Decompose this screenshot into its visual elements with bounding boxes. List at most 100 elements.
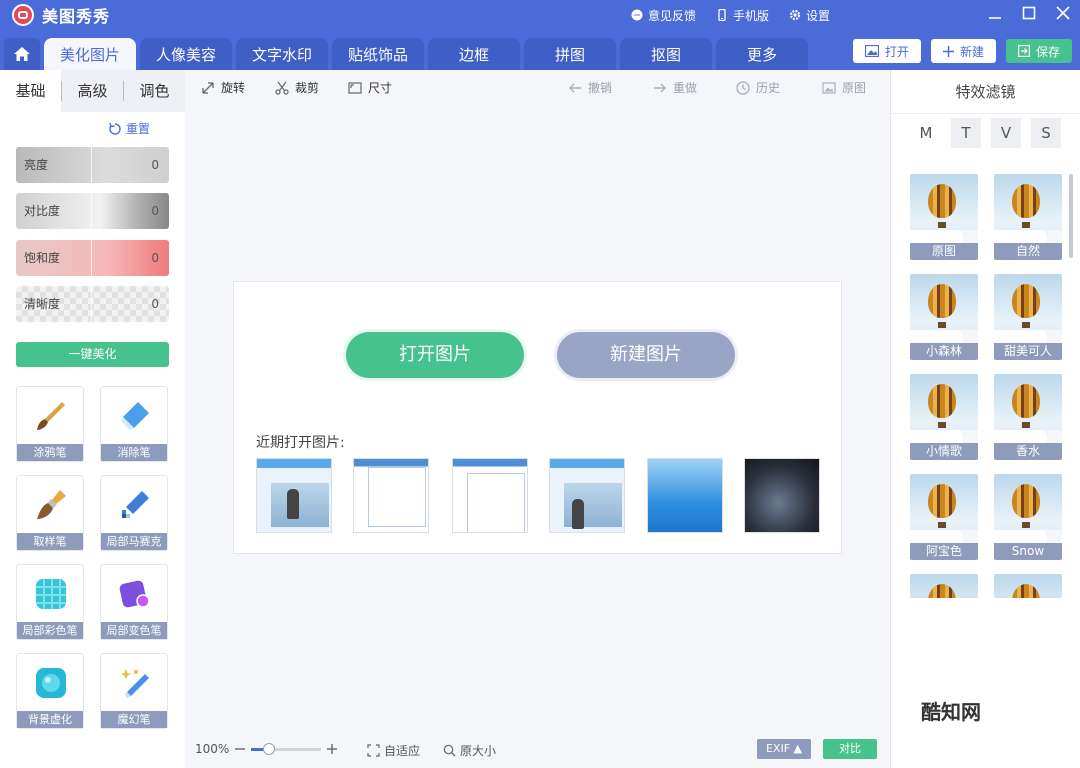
home-tab[interactable]: [4, 38, 40, 70]
recent-image-thumbnail[interactable]: [353, 458, 429, 533]
site-watermark: 酷知网: [921, 700, 981, 724]
recent-image-thumbnail[interactable]: [744, 458, 820, 533]
tool-doodle-pen[interactable]: 涂鸦笔: [16, 386, 84, 462]
mobile-version-button[interactable]: 手机版: [716, 7, 769, 24]
size-button[interactable]: 尺寸: [348, 79, 392, 96]
edit-toolbar: 旋转 裁剪 尺寸 撤销 重做 历史 原图: [185, 70, 890, 106]
original-button[interactable]: 原图: [822, 79, 866, 96]
tool-local-color-pen[interactable]: 局部彩色笔: [16, 564, 84, 640]
tool-sample-pen[interactable]: 取样笔: [16, 475, 84, 551]
fit-label: 自适应: [384, 744, 421, 758]
reset-icon: [109, 122, 121, 135]
recent-image-thumbnail[interactable]: [452, 458, 528, 533]
tool-local-mosaic[interactable]: 局部马赛克: [100, 475, 168, 551]
new-button[interactable]: 新建: [930, 39, 996, 63]
slider-value: 0: [151, 297, 159, 311]
slider-value: 0: [151, 251, 159, 265]
open-button[interactable]: 打开: [852, 39, 921, 63]
filter-scrollbar[interactable]: [1069, 174, 1073, 258]
thumbnail-content: [368, 467, 426, 527]
fit-to-window-button[interactable]: 自适应: [367, 742, 420, 759]
tab-frame[interactable]: 边框: [428, 38, 520, 70]
rotate-icon: [202, 81, 214, 94]
tab-beautify[interactable]: 美化图片: [44, 38, 136, 70]
filter-item[interactable]: [994, 574, 1062, 598]
tab-text-watermark[interactable]: 文字水印: [236, 38, 328, 70]
undo-arrow-icon: [569, 83, 581, 92]
filter-tab-t[interactable]: T: [951, 118, 981, 148]
tab-stickers[interactable]: 贴纸饰品: [332, 38, 424, 70]
size-label: 尺寸: [368, 81, 393, 95]
tool-magic-pen[interactable]: 魔幻笔: [100, 653, 168, 729]
filter-item[interactable]: [910, 574, 978, 598]
filter-tab-v[interactable]: V: [991, 118, 1021, 148]
tab-cutout[interactable]: 抠图: [620, 38, 712, 70]
subtab-advanced[interactable]: 高级: [62, 70, 123, 112]
sharpness-slider[interactable]: 清晰度 0: [16, 286, 169, 322]
plus-icon: [942, 45, 954, 57]
brightness-slider[interactable]: 亮度 0: [16, 147, 169, 183]
tool-label: 局部变色笔: [101, 622, 167, 639]
filter-item[interactable]: 原图: [910, 174, 978, 260]
home-icon: [14, 47, 30, 61]
original-size-button[interactable]: 原大小: [443, 742, 496, 759]
status-bar: 100% 自适应 原大小 EXIF ▲ 对比: [185, 736, 890, 764]
save-button[interactable]: 保存: [1005, 39, 1072, 63]
zoom-slider-knob[interactable]: [262, 742, 275, 755]
recent-image-thumbnail[interactable]: [647, 458, 723, 533]
tool-background-blur[interactable]: 背景虚化: [16, 653, 84, 729]
compare-button[interactable]: 对比: [823, 739, 877, 759]
tool-local-recolor-pen[interactable]: 局部变色笔: [100, 564, 168, 640]
filter-item[interactable]: 阿宝色: [910, 474, 978, 560]
balloon-image: [928, 584, 956, 598]
minimize-button[interactable]: [986, 6, 1004, 24]
chat-bubble-icon: [631, 9, 643, 21]
reset-button[interactable]: 重置: [108, 120, 150, 137]
filter-item[interactable]: 小森林: [910, 274, 978, 360]
reset-label: 重置: [126, 122, 151, 136]
new-image-button[interactable]: 新建图片: [557, 332, 735, 378]
subtab-color[interactable]: 调色: [124, 70, 185, 112]
open-image-button[interactable]: 打开图片: [346, 332, 524, 378]
saturation-slider[interactable]: 饱和度 0: [16, 240, 169, 276]
subtab-basic[interactable]: 基础: [0, 70, 62, 112]
rotate-label: 旋转: [221, 81, 246, 95]
history-button[interactable]: 历史: [736, 79, 780, 96]
tab-collage[interactable]: 拼图: [524, 38, 616, 70]
redo-button[interactable]: 重做: [653, 79, 697, 96]
zoom-out-icon[interactable]: [235, 744, 246, 754]
filter-item[interactable]: Snow: [994, 474, 1062, 560]
filter-tab-s[interactable]: S: [1031, 118, 1061, 148]
filter-item[interactable]: 甜美可人: [994, 274, 1062, 360]
filter-item[interactable]: 香水: [994, 374, 1062, 460]
recent-image-thumbnail[interactable]: [549, 458, 625, 533]
filter-tab-m[interactable]: M: [911, 118, 941, 148]
rotate-button[interactable]: 旋转: [201, 79, 245, 96]
filter-item[interactable]: 自然: [994, 174, 1062, 260]
tool-eraser-pen[interactable]: 消除笔: [100, 386, 168, 462]
zoom-slider[interactable]: [251, 742, 322, 755]
close-icon: [1056, 6, 1070, 20]
filter-item[interactable]: 小情歌: [910, 374, 978, 460]
zoom-in-icon[interactable]: [327, 744, 338, 754]
filter-label: Snow: [994, 543, 1062, 560]
one-click-beautify-button[interactable]: 一键美化: [16, 342, 169, 367]
export-icon: [1017, 45, 1030, 57]
blur-icon: [36, 668, 66, 698]
tool-label: 消除笔: [101, 444, 167, 461]
feedback-button[interactable]: 意见反馈: [631, 7, 696, 24]
recent-image-thumbnail[interactable]: [256, 458, 332, 533]
settings-button[interactable]: 设置: [789, 7, 830, 24]
original-label: 原图: [842, 81, 867, 95]
undo-button[interactable]: 撤销: [568, 79, 612, 96]
crop-button[interactable]: 裁剪: [275, 79, 319, 96]
close-button[interactable]: [1054, 6, 1072, 24]
effects-panel: 特效滤镜 M T V S 原图 自然 小森林 甜美可人 小情歌 香水 阿宝色 S…: [890, 70, 1080, 768]
contrast-slider[interactable]: 对比度 0: [16, 193, 169, 229]
main-tabs: 美化图片 人像美容 文字水印 贴纸饰品 边框 拼图 抠图 更多: [44, 38, 808, 70]
maximize-button[interactable]: [1020, 6, 1038, 24]
tab-portrait[interactable]: 人像美容: [140, 38, 232, 70]
tab-more[interactable]: 更多: [716, 38, 808, 70]
exif-button[interactable]: EXIF ▲: [757, 739, 811, 759]
new-label: 新建: [959, 44, 984, 59]
